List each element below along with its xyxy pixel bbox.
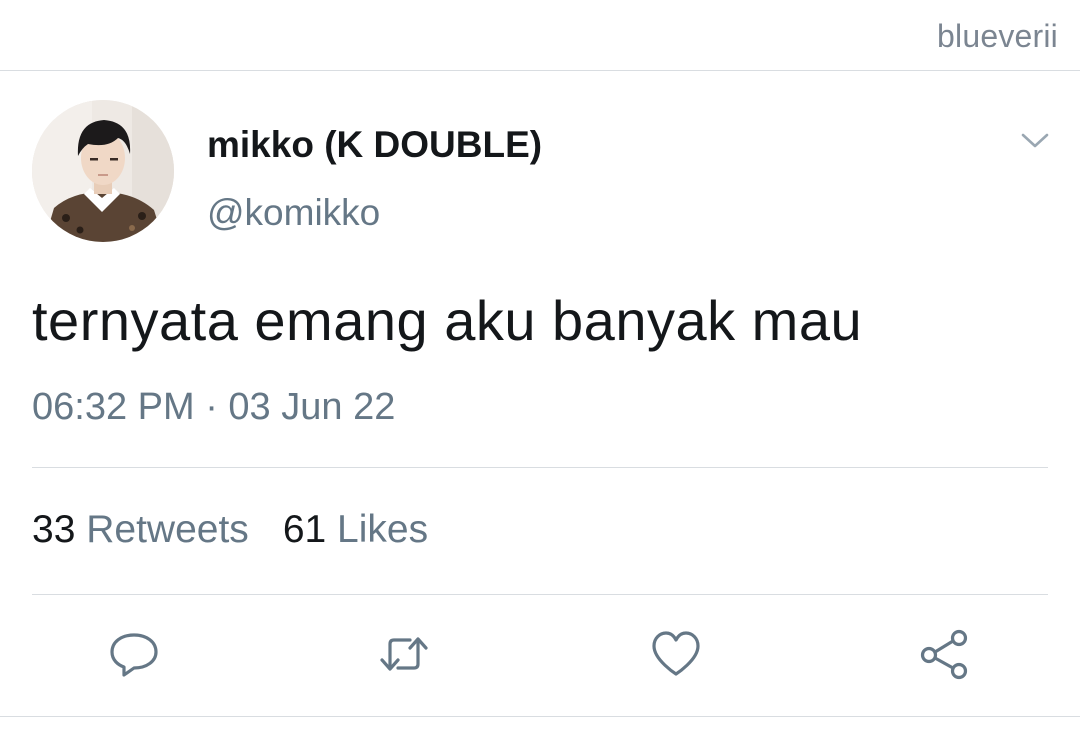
like-button[interactable] [648, 628, 704, 680]
chevron-down-icon[interactable] [1018, 128, 1052, 152]
share-icon [920, 629, 968, 680]
divider [0, 70, 1080, 71]
display-name[interactable]: mikko (K DOUBLE) [207, 124, 542, 166]
retweets-label: Retweets [86, 508, 249, 551]
retweets-stat[interactable]: 33 Retweets [32, 508, 249, 552]
divider [32, 467, 1048, 468]
divider [32, 594, 1048, 595]
heart-icon [652, 631, 700, 676]
share-button[interactable] [916, 628, 972, 680]
watermark: blueverii [937, 18, 1058, 54]
likes-count: 61 [282, 508, 327, 551]
tweet-timestamp[interactable]: 06:32 PM · 03 Jun 22 [32, 386, 395, 429]
retweets-count: 33 [32, 508, 76, 551]
avatar[interactable] [32, 100, 174, 242]
user-handle[interactable]: @komikko [207, 192, 380, 234]
reply-button[interactable] [106, 628, 162, 680]
tweet-text: ternyata emang aku banyak mau [32, 289, 863, 352]
likes-label: Likes [337, 508, 429, 551]
divider [0, 716, 1080, 717]
retweet-button[interactable] [376, 628, 432, 680]
likes-stat[interactable]: 61 Likes [283, 508, 428, 552]
engagement-stats: 33 Retweets 61 Likes [32, 508, 428, 552]
reply-icon [110, 633, 158, 677]
profile-photo [32, 100, 174, 242]
retweet-icon [380, 637, 428, 671]
